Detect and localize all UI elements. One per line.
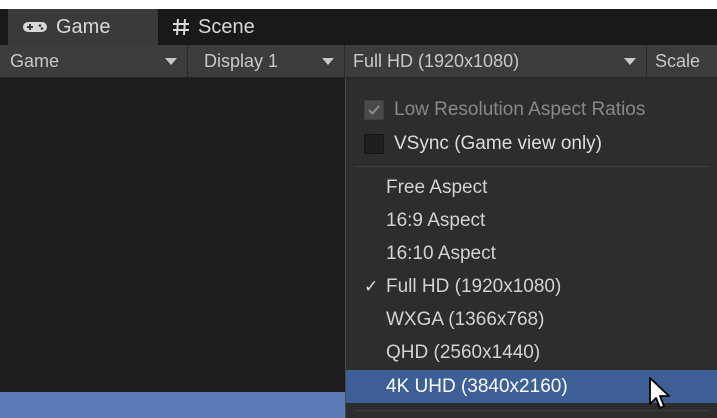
tab-bar: Game Scene <box>0 9 717 45</box>
gamepad-icon <box>22 20 48 34</box>
resolution-dropdown[interactable]: Full HD (1920x1080) <box>345 45 647 77</box>
vsync-label: VSync (Game view only) <box>394 133 603 154</box>
checkmark-icon <box>368 105 380 115</box>
game-mode-label: Game <box>10 50 60 71</box>
scale-slider-label[interactable]: Scale <box>647 45 717 77</box>
aspect-item-16-9[interactable]: 16:9 Aspect <box>346 204 717 237</box>
dropdown-arrow-icon <box>624 58 636 65</box>
item-label: WXGA (1366x768) <box>386 308 545 330</box>
tab-scene[interactable]: Scene <box>158 9 298 45</box>
cut-off-text-strip <box>0 0 717 9</box>
vsync-checkbox[interactable] <box>364 134 384 154</box>
tab-game-label: Game <box>56 15 111 38</box>
dropdown-arrow-icon <box>322 58 334 65</box>
resolution-menu: Low Resolution Aspect Ratios VSync (Game… <box>345 78 717 418</box>
menu-divider <box>354 166 710 167</box>
item-label: Free Aspect <box>386 176 488 198</box>
low-resolution-option[interactable]: Low Resolution Aspect Ratios <box>346 93 717 127</box>
low-res-checkbox[interactable] <box>364 100 384 120</box>
resolution-label: Full HD (1920x1080) <box>353 50 520 71</box>
checkmark-icon: ✓ <box>364 276 379 296</box>
viewport-highlight-strip <box>0 392 345 418</box>
dropdown-arrow-icon <box>165 58 177 65</box>
item-label: Full HD (1920x1080) <box>386 275 562 297</box>
tab-game[interactable]: Game <box>8 9 158 45</box>
display-label: Display 1 <box>204 50 279 71</box>
item-label: 4K UHD (3840x2160) <box>386 375 568 397</box>
aspect-item-wxga[interactable]: WXGA (1366x768) <box>346 303 717 336</box>
aspect-item-full-hd[interactable]: ✓ Full HD (1920x1080) <box>346 270 717 303</box>
tab-scene-label: Scene <box>198 15 255 38</box>
mouse-cursor-icon <box>649 377 670 409</box>
item-label: QHD (2560x1440) <box>386 341 541 363</box>
display-dropdown[interactable]: Display 1 <box>188 45 345 77</box>
scale-label: Scale <box>655 50 701 71</box>
vsync-option[interactable]: VSync (Game view only) <box>346 127 717 161</box>
low-res-label: Low Resolution Aspect Ratios <box>394 99 646 120</box>
game-mode-dropdown[interactable]: Game <box>0 45 188 77</box>
item-label: 16:10 Aspect <box>386 242 496 264</box>
aspect-item-qhd[interactable]: QHD (2560x1440) <box>346 336 717 369</box>
hash-icon <box>172 18 190 36</box>
game-view-toolbar: Game Display 1 Full HD (1920x1080) Scale <box>0 45 717 78</box>
item-label: 16:9 Aspect <box>386 209 486 231</box>
aspect-item-16-10[interactable]: 16:10 Aspect <box>346 237 717 270</box>
aspect-item-free[interactable]: Free Aspect <box>346 171 717 204</box>
